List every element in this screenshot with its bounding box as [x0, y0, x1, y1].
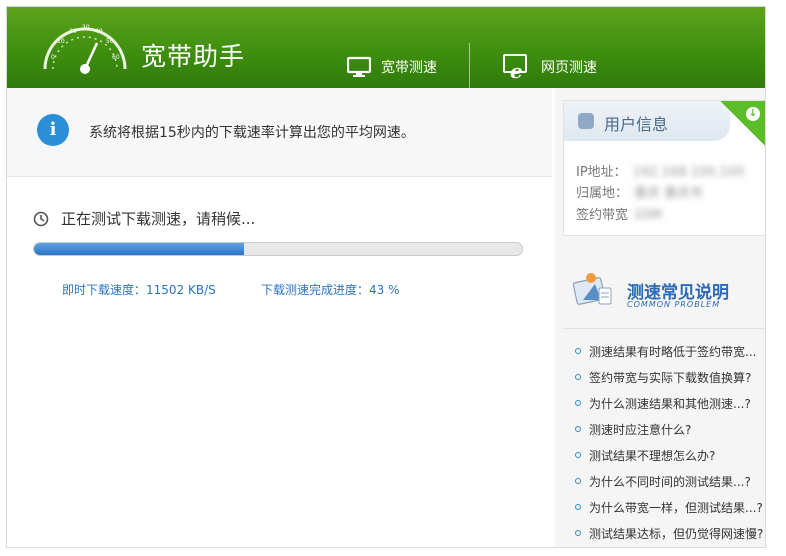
user-icon: [578, 113, 594, 129]
nav-label: 宽带测速: [381, 60, 437, 76]
faq-link[interactable]: 测试结果达标，但仍觉得网速慢?: [575, 520, 763, 546]
faq-link[interactable]: 为什么带宽一样，但测试结果...?: [575, 494, 763, 520]
user-info-title: 用户信息: [604, 115, 669, 134]
location-row: 归属地： 重庆 重庆市: [576, 182, 703, 201]
instant-speed-label: 即时下载速度：11502 KB/S: [62, 283, 216, 297]
faq-link[interactable]: 测速时应注意什么?: [575, 416, 763, 442]
faq-link[interactable]: 测试结果不理想怎么办?: [575, 442, 763, 468]
status-text: 正在测试下载测速，请稍候...: [61, 210, 256, 228]
header-bar: 0 10 20 30 40 50 60 宽带助手 宽带测速 e 网页测速: [7, 7, 765, 88]
bullet-icon: [575, 426, 581, 432]
clock-icon: [33, 211, 49, 226]
faq-link[interactable]: 为什么不同时间的测试结果...?: [575, 468, 763, 494]
faq-illustration-icon: [572, 273, 612, 305]
faq-link[interactable]: 为什么测速结果和其他测速...?: [575, 390, 763, 416]
progress-label: 下载测速完成进度：43 %: [261, 283, 400, 297]
svg-text:30: 30: [82, 24, 90, 31]
faq-link-text: 测试结果不理想怎么办?: [589, 448, 716, 463]
nav-divider: [469, 43, 470, 88]
ip-label: IP地址：: [576, 165, 627, 180]
location-value: 重庆 重庆市: [634, 186, 704, 201]
svg-text:20: 20: [69, 28, 77, 35]
faq-link-text: 为什么不同时间的测试结果...?: [589, 474, 751, 489]
svg-text:10: 10: [57, 38, 65, 45]
faq-link[interactable]: 签约带宽与实际下载数值换算?: [575, 364, 763, 390]
progress-fill: [34, 243, 244, 255]
download-corner-badge[interactable]: ↓: [720, 101, 765, 147]
speedometer-icon: 0 10 20 30 40 50 60: [43, 24, 127, 74]
notice-bar: i 系统将根据15秒内的下载速率计算出您的平均网速。: [7, 88, 552, 177]
bandwidth-value: 20M: [634, 208, 662, 223]
sidebar: 用户信息 ↓ IP地址： 192.168.100.100 归属地： 重庆 重庆市 签…: [555, 88, 765, 547]
user-info-card: 用户信息 ↓ IP地址： 192.168.100.100 归属地： 重庆 重庆市 签…: [563, 100, 765, 236]
location-label: 归属地：: [576, 186, 629, 201]
bullet-icon: [575, 348, 581, 354]
svg-text:e: e: [510, 59, 523, 80]
faq-link-text: 为什么带宽一样，但测试结果...?: [589, 500, 763, 515]
faq-subtitle: COMMON PROBLEM: [627, 300, 721, 309]
download-progress-bar: [33, 242, 523, 256]
svg-text:40: 40: [95, 28, 103, 35]
bandwidth-label: 签约带宽: [576, 208, 629, 223]
monitor-icon: [347, 56, 371, 78]
nav-broadband-speed-test[interactable]: 宽带测速: [347, 54, 437, 80]
faq-list: 测速结果有时略低于签约带宽... 签约带宽与实际下载数值换算? 为什么测速结果和…: [575, 338, 763, 546]
download-icon: ↓: [746, 107, 760, 121]
svg-text:0: 0: [51, 54, 55, 61]
bullet-icon: [575, 452, 581, 458]
svg-text:50: 50: [106, 38, 114, 45]
faq-link-text: 测速时应注意什么?: [589, 422, 692, 437]
faq-link[interactable]: 测速结果有时略低于签约带宽...: [575, 338, 763, 364]
faq-link-text: 测试结果达标，但仍觉得网速慢?: [589, 526, 764, 541]
nav-web-speed-test[interactable]: e 网页测速: [503, 54, 597, 80]
notice-text: 系统将根据15秒内的下载速率计算出您的平均网速。: [89, 125, 415, 141]
user-info-tab: 用户信息: [564, 101, 730, 141]
app-window: 0 10 20 30 40 50 60 宽带助手 宽带测速 e 网页测速 i 系…: [6, 6, 766, 548]
main-panel: i 系统将根据15秒内的下载速率计算出您的平均网速。 正在测试下载测速，请稍候.…: [7, 88, 552, 547]
nav-label: 网页测速: [541, 60, 597, 76]
test-status: 正在测试下载测速，请稍候...: [33, 208, 255, 229]
bullet-icon: [575, 400, 581, 406]
faq-divider: [563, 328, 765, 329]
faq-link-text: 测速结果有时略低于签约带宽...: [589, 344, 757, 359]
faq-link-text: 为什么测速结果和其他测速...?: [589, 396, 751, 411]
bullet-icon: [575, 530, 581, 536]
bullet-icon: [575, 374, 581, 380]
bullet-icon: [575, 478, 581, 484]
ie-icon: e: [503, 54, 531, 80]
bullet-icon: [575, 504, 581, 510]
app-title: 宽带助手: [141, 42, 246, 71]
faq-header: 测速常见说明 COMMON PROBLEM: [563, 256, 765, 324]
svg-text:60: 60: [112, 54, 120, 61]
ip-row: IP地址： 192.168.100.100: [576, 161, 744, 180]
faq-link-text: 签约带宽与实际下载数值换算?: [589, 370, 752, 385]
ip-value: 192.168.100.100: [632, 165, 745, 180]
bandwidth-row: 签约带宽 20M: [576, 204, 662, 223]
info-icon: i: [37, 114, 69, 146]
